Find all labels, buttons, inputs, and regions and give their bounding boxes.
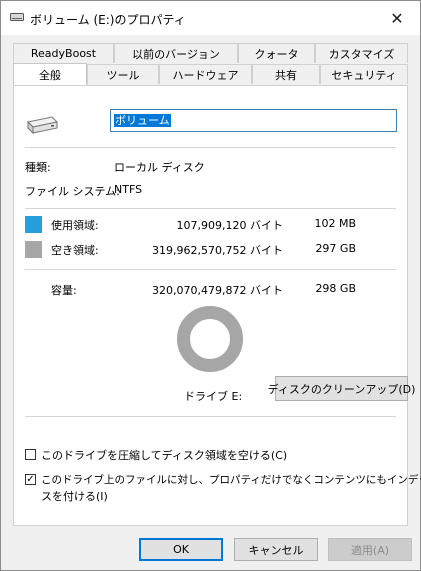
apply-button[interactable]: 適用(A) [328, 538, 412, 561]
separator [25, 208, 396, 209]
properties-dialog: ボリューム (E:)のプロパティ ✕ ReadyBoost 以前のバージョン ク… [0, 0, 421, 571]
capacity-size: 298 GB [315, 282, 356, 295]
index-contents-label-line2: スを付ける(I) [41, 490, 108, 503]
title-bar[interactable]: ボリューム (E:)のプロパティ ✕ [1, 1, 420, 35]
disk-cleanup-button[interactable]: ディスクのクリーンアップ(D) [268, 376, 415, 401]
capacity-bytes: 320,070,479,872 バイト [152, 284, 283, 297]
volume-name-text: ボリューム [114, 114, 171, 127]
volume-name-input[interactable]: ボリューム [110, 109, 397, 132]
drive-icon [10, 13, 24, 21]
tab-tools[interactable]: ツール [87, 64, 159, 84]
filesystem-value: NTFS [114, 183, 143, 196]
checkmark-icon: ✓ [26, 474, 35, 485]
free-space-label: 空き領域: [51, 244, 99, 257]
compress-drive-label: このドライブを圧縮してディスク領域を空ける(C) [41, 449, 288, 462]
tab-readyboost[interactable]: ReadyBoost [13, 43, 114, 63]
ok-button[interactable]: OK [139, 538, 223, 561]
tab-security[interactable]: セキュリティ [320, 64, 408, 84]
disk-usage-donut-chart [177, 306, 243, 372]
close-button[interactable]: ✕ [374, 1, 420, 35]
used-space-bytes: 107,909,120 バイト [176, 219, 283, 232]
tab-customize[interactable]: カスタマイズ [315, 43, 408, 63]
filesystem-label: ファイル システム: [25, 185, 120, 198]
tab-quota[interactable]: クォータ [238, 43, 315, 63]
used-space-label: 使用領域: [51, 219, 99, 232]
tab-previous-versions[interactable]: 以前のバージョン [114, 43, 238, 63]
cancel-button[interactable]: キャンセル [234, 538, 318, 561]
index-contents-checkbox[interactable]: ✓ [25, 474, 36, 485]
separator [25, 269, 396, 270]
compress-drive-checkbox[interactable] [25, 449, 36, 460]
tab-general[interactable]: 全般 [13, 63, 87, 85]
index-contents-label-line1: このドライブ上のファイルに対し、プロパティだけでなくコンテンツにもインデック [41, 474, 421, 486]
tab-hardware[interactable]: ハードウェア [159, 64, 252, 84]
used-space-swatch [25, 216, 42, 233]
free-space-size: 297 GB [315, 242, 356, 255]
free-space-swatch [25, 241, 42, 258]
drive-letter-label: ドライブ E: [184, 390, 243, 403]
used-space-size: 102 MB [314, 217, 356, 230]
type-value: ローカル ディスク [114, 161, 205, 174]
separator [25, 147, 396, 148]
type-label: 種類: [25, 161, 51, 174]
capacity-label: 容量: [51, 284, 77, 297]
separator [25, 416, 396, 417]
tab-sharing[interactable]: 共有 [252, 64, 320, 84]
window-title: ボリューム (E:)のプロパティ [30, 13, 186, 27]
disk-drive-icon [26, 116, 59, 135]
free-space-bytes: 319,962,570,752 バイト [152, 244, 283, 257]
